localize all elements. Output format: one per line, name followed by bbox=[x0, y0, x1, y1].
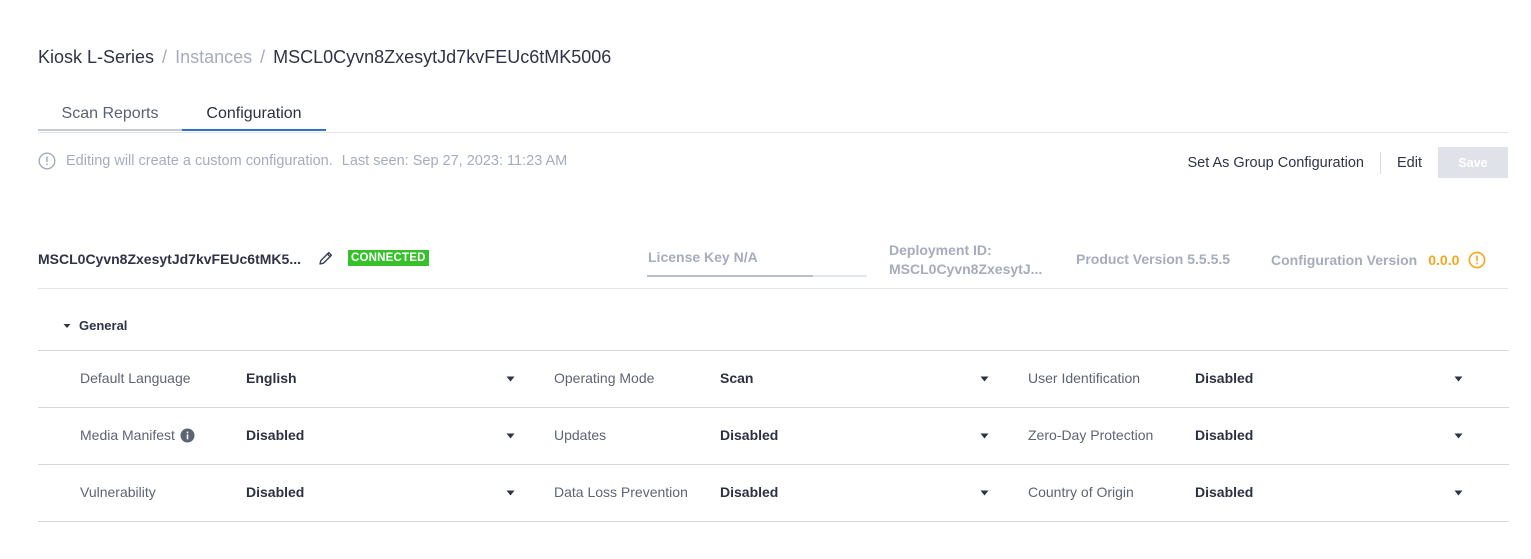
operating-mode-select[interactable]: Scan bbox=[720, 370, 753, 386]
chevron-down-icon[interactable] bbox=[1454, 490, 1463, 496]
deployment-id: Deployment ID: MSCL0Cyvn8ZxesytJ... bbox=[889, 241, 1042, 279]
config-actions: Set As Group Configuration Edit Save bbox=[1187, 147, 1508, 178]
instance-name: MSCL0Cyvn8ZxesytJd7kvFEUc6tMK5... bbox=[38, 251, 301, 267]
settings-row: Vulnerability Disabled Data Loss Prevent… bbox=[38, 464, 1509, 522]
chevron-down-icon[interactable] bbox=[980, 433, 989, 439]
info-filled-icon[interactable] bbox=[180, 428, 195, 443]
media-manifest-label-text: Media Manifest bbox=[80, 427, 175, 443]
country-of-origin-label: Country of Origin bbox=[1028, 484, 1134, 500]
zero-day-protection-select[interactable]: Disabled bbox=[1195, 427, 1253, 443]
instance-summary: MSCL0Cyvn8ZxesytJd7kvFEUc6tMK5... CONNEC… bbox=[38, 238, 1508, 289]
license-key-label: License Key N/A bbox=[648, 249, 758, 265]
deployment-id-value: MSCL0Cyvn8ZxesytJ... bbox=[889, 261, 1043, 277]
media-manifest-select[interactable]: Disabled bbox=[246, 427, 304, 443]
country-of-origin-select[interactable]: Disabled bbox=[1195, 484, 1253, 500]
chevron-down-icon[interactable] bbox=[1454, 433, 1463, 439]
breadcrumb-instances-link[interactable]: Instances bbox=[175, 47, 252, 68]
action-divider bbox=[1380, 151, 1381, 174]
data-loss-prevention-select[interactable]: Disabled bbox=[720, 484, 778, 500]
chevron-down-icon[interactable] bbox=[506, 433, 515, 439]
edit-button[interactable]: Edit bbox=[1397, 155, 1422, 171]
info-bar: Editing will create a custom configurati… bbox=[38, 152, 567, 170]
warning-circle-icon[interactable] bbox=[1468, 251, 1486, 269]
settings-row: Default Language English Operating Mode … bbox=[38, 350, 1509, 407]
updates-select[interactable]: Disabled bbox=[720, 427, 778, 443]
configuration-version-label: Configuration Version bbox=[1271, 252, 1418, 268]
data-loss-prevention-label: Data Loss Prevention bbox=[554, 484, 688, 500]
set-as-group-configuration-button[interactable]: Set As Group Configuration bbox=[1187, 155, 1364, 171]
custom-config-message: Editing will create a custom configurati… bbox=[66, 153, 333, 169]
user-identification-label: User Identification bbox=[1028, 370, 1141, 386]
status-badge: CONNECTED bbox=[348, 250, 429, 266]
vulnerability-label: Vulnerability bbox=[80, 484, 156, 500]
breadcrumb-separator: / bbox=[162, 47, 168, 67]
caret-down-icon bbox=[63, 323, 71, 328]
media-manifest-label: Media Manifest bbox=[80, 427, 195, 443]
last-seen-text: Last seen: Sep 27, 2023: 11:23 AM bbox=[341, 153, 568, 169]
info-circle-icon bbox=[38, 152, 56, 170]
general-section-title: General bbox=[79, 318, 128, 333]
general-settings-grid: Default Language English Operating Mode … bbox=[38, 350, 1509, 522]
chevron-down-icon[interactable] bbox=[506, 490, 515, 496]
license-key-field[interactable]: License Key N/A bbox=[647, 249, 867, 277]
chevron-down-icon[interactable] bbox=[980, 490, 989, 496]
zero-day-protection-label: Zero-Day Protection bbox=[1028, 427, 1154, 443]
configuration-version-value: 0.0.0 bbox=[1428, 252, 1460, 268]
product-version: Product Version 5.5.5.5 bbox=[1076, 251, 1231, 267]
chevron-down-icon[interactable] bbox=[980, 376, 989, 382]
tab-bar: Scan Reports Configuration bbox=[38, 100, 1508, 133]
user-identification-select[interactable]: Disabled bbox=[1195, 370, 1253, 386]
breadcrumb: Kiosk L-Series / Instances / MSCL0Cyvn8Z… bbox=[38, 47, 611, 68]
chevron-down-icon[interactable] bbox=[1454, 376, 1463, 382]
operating-mode-label: Operating Mode bbox=[554, 370, 655, 386]
default-language-select[interactable]: English bbox=[246, 370, 297, 386]
chevron-down-icon[interactable] bbox=[506, 376, 515, 382]
vulnerability-select[interactable]: Disabled bbox=[246, 484, 304, 500]
tab-scan-reports[interactable]: Scan Reports bbox=[38, 100, 182, 131]
configuration-version: Configuration Version 0.0.0 bbox=[1271, 251, 1486, 269]
license-key-underline bbox=[647, 275, 867, 277]
general-section-toggle[interactable]: General bbox=[62, 318, 127, 333]
updates-label: Updates bbox=[554, 427, 607, 443]
breadcrumb-separator: / bbox=[260, 47, 266, 67]
breadcrumb-root[interactable]: Kiosk L-Series bbox=[38, 47, 154, 68]
save-button[interactable]: Save bbox=[1438, 147, 1508, 178]
settings-row: Media Manifest Disabled Updates Disabled… bbox=[38, 407, 1509, 464]
default-language-label: Default Language bbox=[80, 370, 191, 386]
deployment-id-label: Deployment ID: bbox=[889, 242, 992, 258]
breadcrumb-current: MSCL0Cyvn8ZxesytJd7kvFEUc6tMK5006 bbox=[273, 47, 612, 67]
tab-configuration[interactable]: Configuration bbox=[182, 100, 326, 131]
pencil-icon[interactable] bbox=[317, 249, 335, 267]
